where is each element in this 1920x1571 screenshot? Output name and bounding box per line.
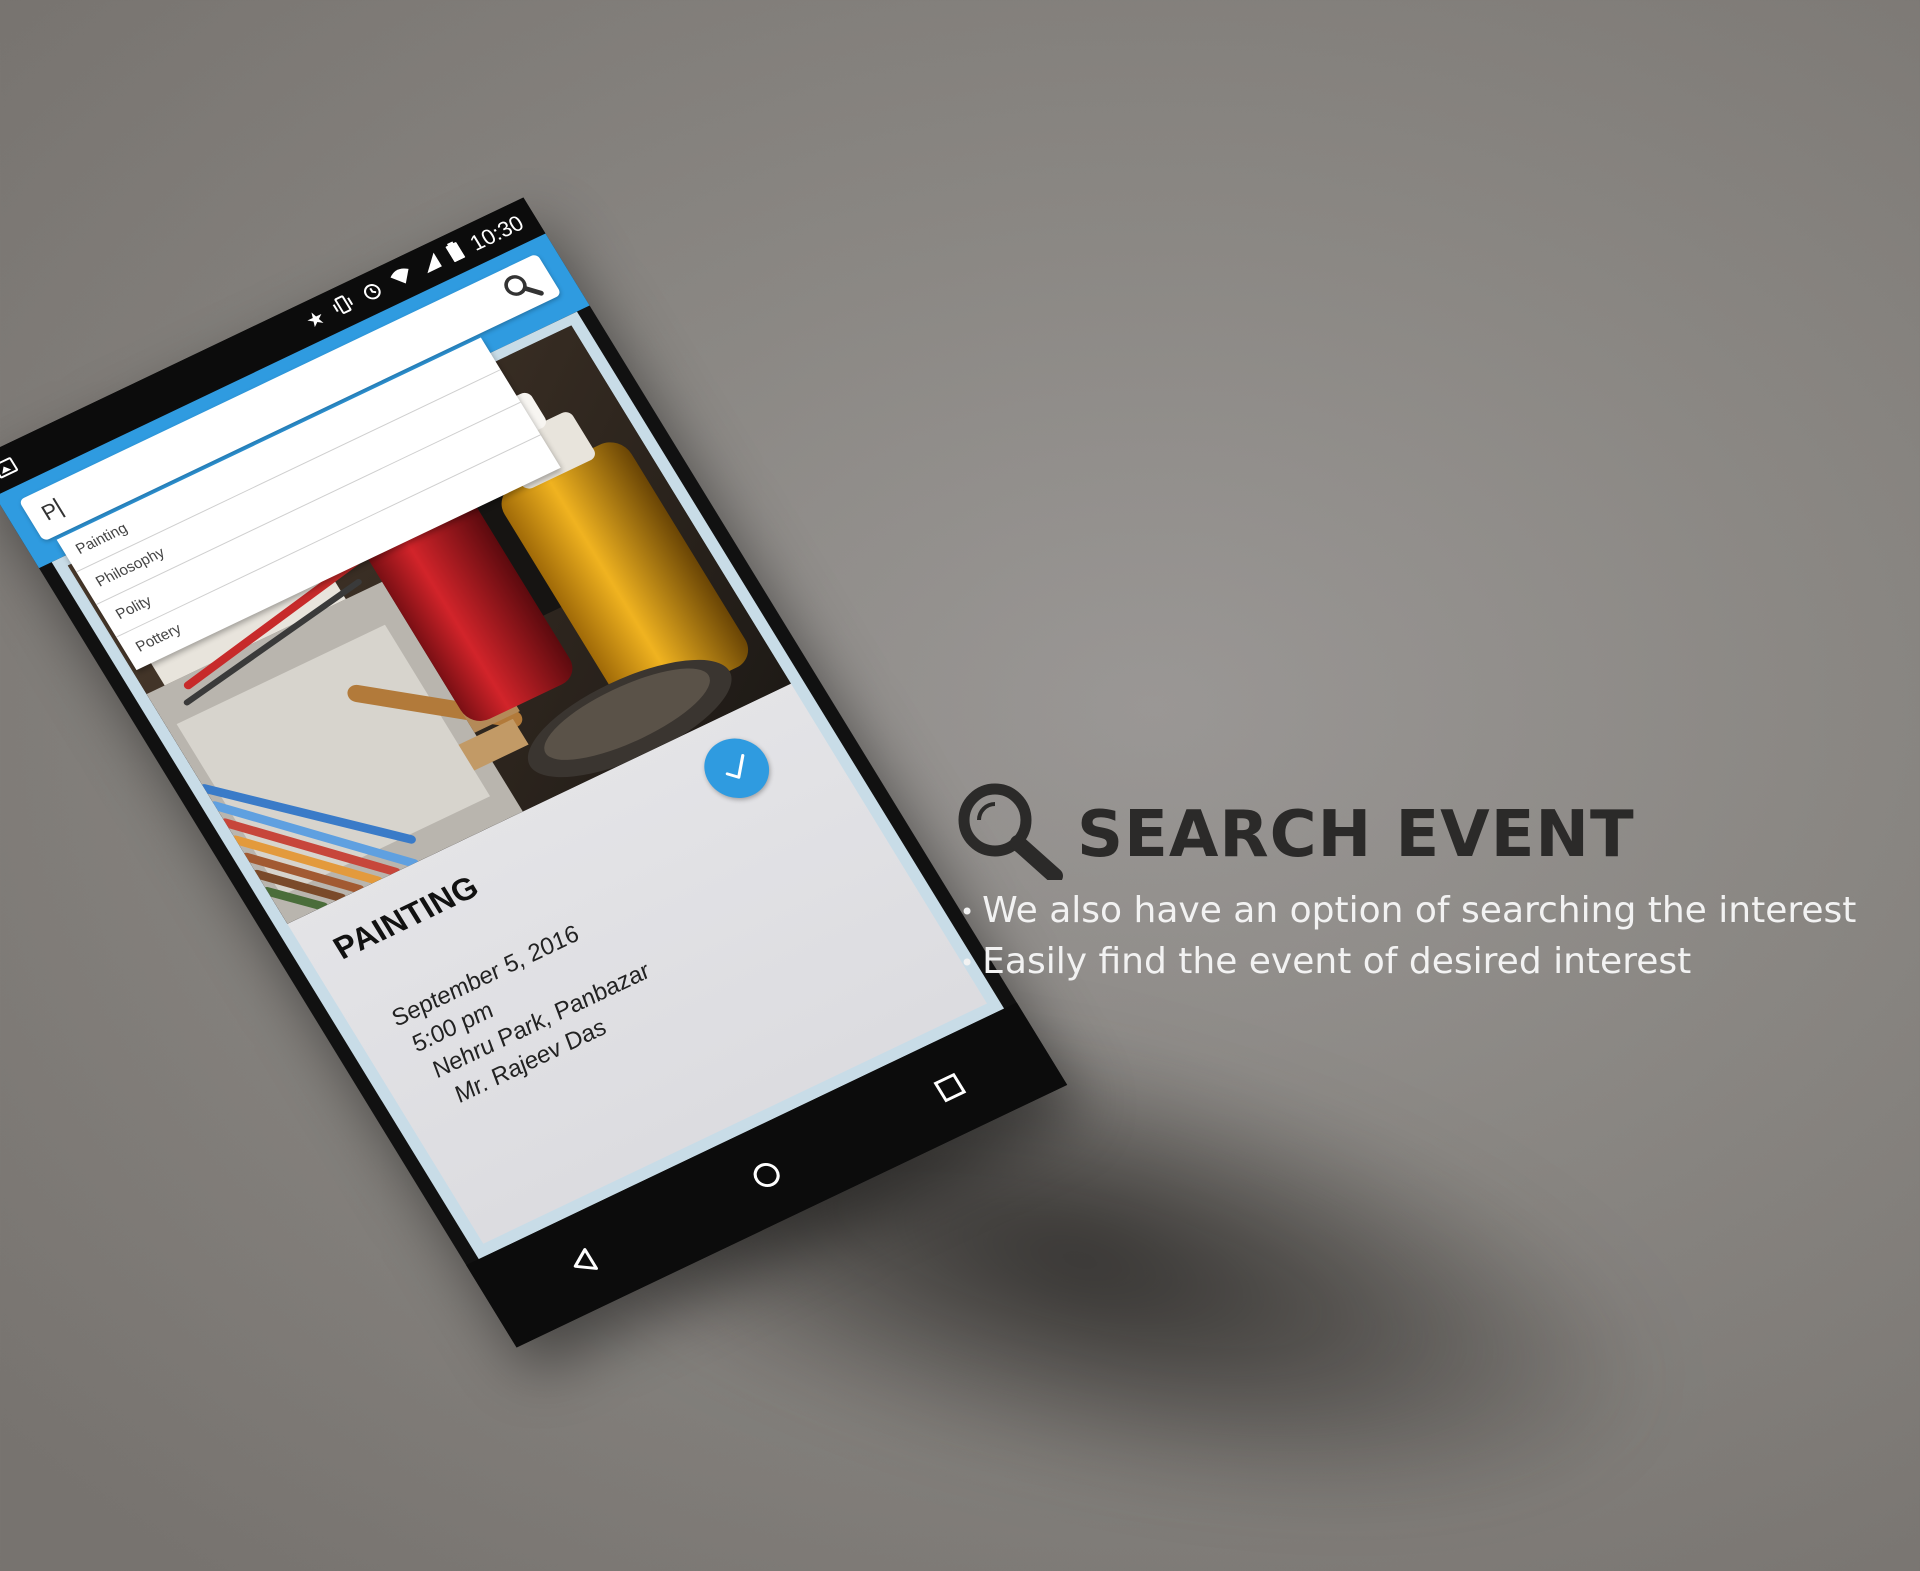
- bullet-item: • We also have an option of searching the…: [960, 890, 1857, 931]
- search-icon[interactable]: [497, 265, 546, 309]
- feature-title: SEARCH EVENT: [1077, 798, 1635, 872]
- battery-icon: [444, 240, 467, 266]
- recents-icon[interactable]: [922, 1062, 979, 1114]
- check-icon: [725, 753, 745, 779]
- bullet-text: Easily find the event of desired interes…: [982, 941, 1692, 982]
- gallery-notification-icon: [0, 456, 19, 479]
- vibrate-icon: [329, 292, 360, 321]
- home-icon[interactable]: [738, 1149, 795, 1201]
- search-icon: [955, 780, 1065, 884]
- signal-icon: [418, 251, 446, 278]
- feature-bullets: • We also have an option of searching the…: [960, 886, 1856, 988]
- bullet-item: • Easily find the event of desired intere…: [960, 941, 1692, 982]
- feature-section: SEARCH EVENT • We also have an option of …: [955, 780, 1856, 988]
- alarm-icon: [357, 278, 388, 307]
- star-icon: ★: [302, 306, 330, 334]
- feature-header: SEARCH EVENT: [955, 780, 1856, 884]
- attend-check-button[interactable]: [692, 728, 781, 809]
- event-details: September 5, 2016 5:00 pm Nehru Park, Pa…: [385, 901, 674, 1116]
- wifi-icon: [387, 264, 418, 292]
- back-icon[interactable]: [555, 1237, 612, 1289]
- bullet-text: We also have an option of searching the …: [982, 890, 1857, 931]
